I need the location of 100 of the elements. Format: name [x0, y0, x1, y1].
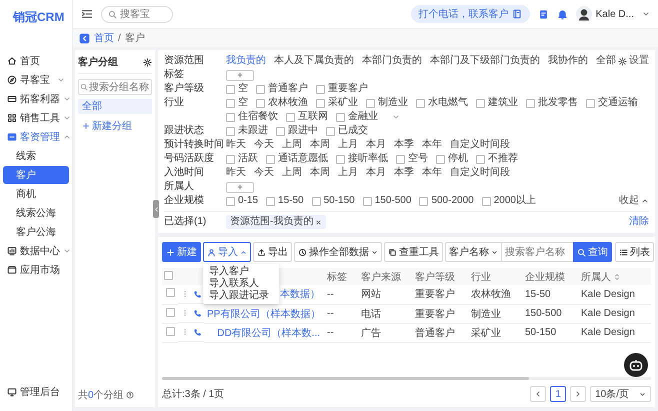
checkbox[interactable] — [266, 196, 276, 206]
nav-item[interactable]: 销售工具 — [3, 109, 69, 127]
customer-link[interactable]: 本数据） — [280, 289, 320, 300]
group-item[interactable]: 全部 — [78, 99, 152, 114]
dropdown-button[interactable]: 操作全部数据 — [294, 242, 382, 262]
avatar[interactable] — [576, 6, 592, 22]
filter-option[interactable]: 上周 — [282, 166, 302, 180]
nav-item[interactable]: 客户 — [3, 166, 69, 184]
filter-option[interactable]: 自定义时间段 — [450, 138, 510, 152]
view-button[interactable]: 列表 — [615, 242, 654, 262]
user-name[interactable]: Kale D... — [596, 8, 634, 20]
checkbox[interactable] — [336, 112, 345, 122]
nav-item[interactable]: 寻客宝 — [3, 71, 69, 89]
clear-link[interactable]: 清除 — [629, 215, 649, 229]
filter-option[interactable]: 本周 — [310, 138, 330, 152]
sort-icon[interactable] — [613, 272, 621, 280]
column-header[interactable]: 所属人 — [581, 272, 611, 282]
prev-page-button[interactable] — [530, 386, 546, 402]
filter-option[interactable]: 自定义时间段 — [450, 166, 510, 180]
phone-icon[interactable] — [193, 328, 202, 336]
filter-option[interactable]: 本月 — [366, 166, 386, 180]
checkbox[interactable] — [316, 84, 325, 94]
checkbox[interactable] — [256, 84, 265, 94]
filter-option[interactable]: 本部门负责的 — [362, 54, 422, 68]
filter-option[interactable]: 本季 — [394, 166, 414, 180]
checkbox[interactable] — [482, 196, 491, 206]
filter-option[interactable]: 本部门及下级部门负责的 — [430, 54, 540, 68]
checkbox[interactable] — [396, 154, 405, 164]
checkbox[interactable] — [476, 154, 485, 164]
filter-option[interactable]: 本年 — [422, 166, 442, 180]
customer-link[interactable]: PP有限公司（样本数据） — [207, 308, 320, 320]
phone-icon[interactable] — [193, 308, 202, 318]
filter-option[interactable]: 上月 — [338, 166, 358, 180]
checkbox[interactable] — [526, 98, 535, 108]
nav-item[interactable]: 商机 — [3, 185, 69, 203]
filter-option[interactable]: 我协作的 — [548, 54, 588, 68]
filter-option[interactable]: 今天 — [254, 166, 274, 180]
toolbar-button[interactable]: 新建 — [162, 242, 201, 262]
checkbox[interactable] — [226, 126, 235, 136]
checkbox[interactable] — [366, 98, 375, 108]
checkbox[interactable] — [276, 126, 285, 136]
dropdown-button[interactable]: 导入 — [203, 242, 251, 262]
nav-item[interactable]: 拓客利器 — [3, 90, 69, 108]
filter-option[interactable]: 本人及下属负责的 — [274, 54, 354, 68]
nav-item[interactable]: 应用市场 — [3, 261, 69, 279]
scrollbar[interactable] — [162, 377, 529, 380]
filter-option[interactable]: 昨天 — [226, 166, 246, 180]
call-button[interactable]: 打个电话，联系客户 — [410, 5, 530, 23]
checkbox[interactable] — [226, 98, 235, 108]
filter-option[interactable]: 今天 — [254, 138, 274, 152]
checkbox[interactable] — [226, 84, 235, 94]
checkbox[interactable] — [312, 196, 321, 206]
filter-option[interactable]: 本周 — [310, 166, 330, 180]
collapse-handle[interactable] — [153, 200, 159, 218]
add-button[interactable]: + — [226, 182, 254, 192]
back-icon[interactable] — [79, 32, 90, 44]
page-size-select[interactable]: 10条/页 — [590, 386, 651, 402]
checkbox[interactable] — [166, 326, 174, 336]
search-input[interactable]: 搜索分组名称 — [89, 82, 150, 92]
settings-button[interactable]: 设置 — [618, 54, 649, 68]
filter-option[interactable]: 上月 — [338, 138, 358, 152]
checkbox[interactable] — [226, 154, 235, 164]
checkbox[interactable] — [226, 112, 235, 122]
chevron-icon[interactable] — [392, 113, 400, 121]
filter-option[interactable]: 本季 — [394, 138, 414, 152]
menu-item[interactable]: 导入联系人 — [203, 278, 279, 290]
checkbox[interactable] — [166, 288, 174, 298]
settings-icon[interactable] — [143, 58, 152, 66]
checkbox[interactable] — [419, 196, 428, 206]
toolbar-button[interactable]: 查重工具 — [384, 242, 443, 262]
breadcrumb-link[interactable]: 首页 — [94, 31, 114, 45]
checkbox[interactable] — [286, 112, 295, 122]
filter-option[interactable]: 我负责的 — [226, 54, 266, 68]
checkbox[interactable] — [416, 98, 425, 108]
nav-item[interactable]: 线索公海 — [3, 204, 69, 222]
nav-item[interactable]: 客户公海 — [3, 223, 69, 241]
checkbox[interactable] — [326, 126, 335, 136]
filter-option[interactable]: 上周 — [282, 138, 302, 152]
checkbox[interactable] — [436, 154, 445, 164]
nav-item[interactable]: 管理后台 — [3, 383, 69, 401]
search-input[interactable]: 搜索客户名称 — [502, 242, 573, 262]
field-select[interactable]: 客户名称 — [445, 242, 502, 262]
filter-tag[interactable]: 资源范围-我负责的 — [226, 215, 326, 229]
filter-option[interactable]: 本月 — [366, 138, 386, 152]
document-icon[interactable] — [538, 8, 549, 20]
checkbox[interactable] — [586, 98, 595, 108]
column-header-cell[interactable]: 所属人 — [578, 268, 651, 285]
search-field[interactable]: 搜索分组名称 — [78, 79, 152, 95]
add-button[interactable]: + — [226, 70, 254, 80]
filter-option[interactable]: 全部 — [596, 54, 616, 68]
checkbox[interactable] — [336, 154, 345, 164]
checkbox[interactable] — [226, 196, 235, 206]
nav-item[interactable]: 数据中心 — [3, 242, 69, 260]
nav-item[interactable]: 首页 — [3, 52, 69, 70]
page-button[interactable]: 1 — [550, 386, 566, 402]
checkbox[interactable] — [316, 98, 325, 108]
nav-item[interactable]: 客资管理 — [3, 128, 69, 146]
next-page-button[interactable] — [570, 386, 586, 402]
menu-icon[interactable] — [81, 8, 93, 20]
checkbox[interactable] — [166, 308, 174, 316]
